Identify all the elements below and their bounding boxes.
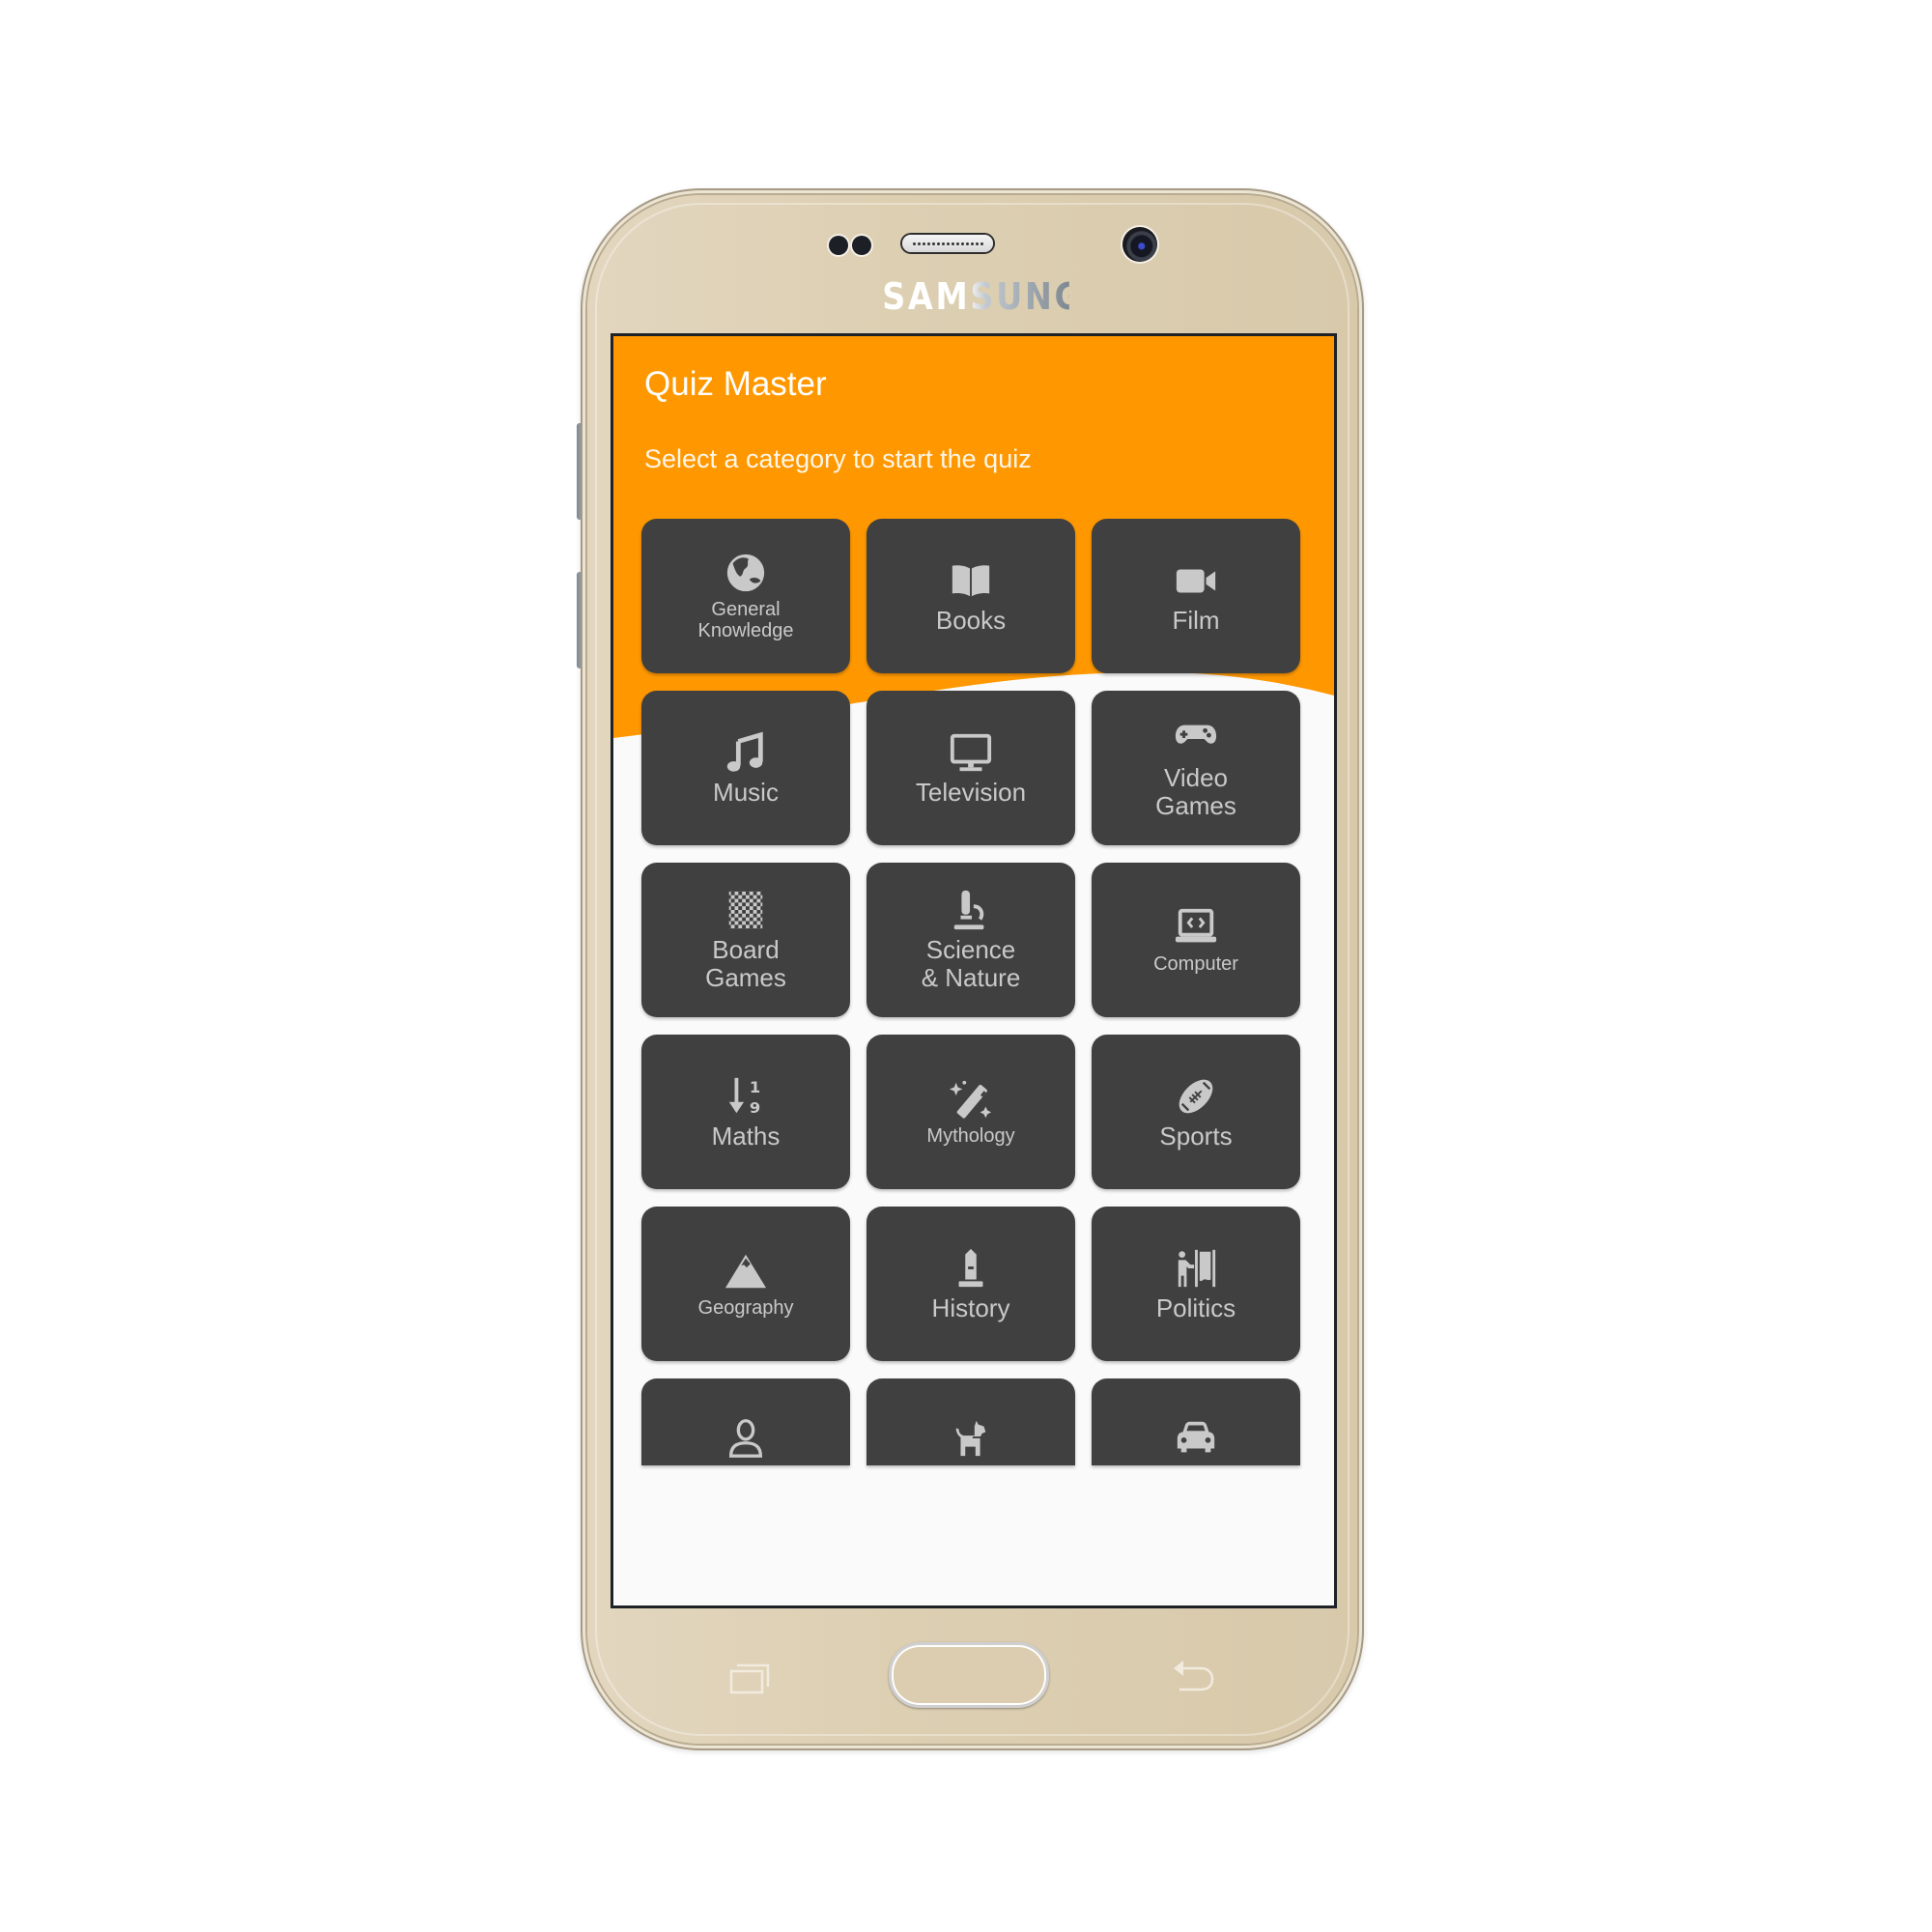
category-computer[interactable]: Computer <box>1092 863 1300 1017</box>
globe-icon <box>726 554 765 592</box>
person-icon <box>728 1419 763 1458</box>
svg-text:9: 9 <box>750 1098 760 1117</box>
category-sports[interactable]: Sports <box>1092 1035 1300 1189</box>
category-label: Sports <box>1159 1121 1233 1151</box>
front-camera-icon <box>1122 227 1157 262</box>
category-label: Music <box>713 777 779 807</box>
category-geography[interactable]: Geography <box>641 1207 850 1361</box>
category-maths[interactable]: 1 9 Maths <box>641 1035 850 1189</box>
category-label: Books <box>935 605 1007 635</box>
car-icon <box>1177 1421 1215 1453</box>
magic-wand-icon <box>949 1080 992 1119</box>
svg-text:1: 1 <box>750 1078 760 1096</box>
volume-down-button[interactable] <box>577 572 584 668</box>
voting-booth-icon <box>1178 1249 1216 1287</box>
music-note-icon <box>726 731 763 772</box>
category-television[interactable]: Television <box>867 691 1075 845</box>
category-partial-animals[interactable] <box>867 1378 1075 1465</box>
category-music[interactable]: Music <box>641 691 850 845</box>
recent-apps-icon[interactable] <box>729 1662 772 1694</box>
volume-up-button[interactable] <box>577 423 584 520</box>
category-general-knowledge[interactable]: General Knowledge <box>641 519 850 673</box>
category-label: History <box>931 1293 1010 1322</box>
mountain-icon <box>724 1254 767 1289</box>
monument-icon <box>958 1248 983 1287</box>
light-sensor-icon <box>852 236 871 255</box>
brand-logo: SAMSUNG <box>882 275 1084 318</box>
category-label: Computer <box>1153 953 1238 975</box>
category-science-nature[interactable]: Science & Nature <box>867 863 1075 1017</box>
category-label: Mythology <box>926 1125 1015 1147</box>
dog-icon <box>955 1420 986 1457</box>
category-board-games[interactable]: Board Games <box>641 863 850 1017</box>
category-books[interactable]: Books <box>867 519 1075 673</box>
open-book-icon <box>952 564 990 596</box>
category-label: General Knowledge <box>697 599 794 641</box>
category-history[interactable]: History <box>867 1207 1075 1361</box>
category-label: Video Games <box>1155 763 1236 820</box>
home-button[interactable] <box>889 1642 1049 1708</box>
category-grid: General Knowledge Books Film Music Telev… <box>641 519 1308 1465</box>
category-video-games[interactable]: Video Games <box>1092 691 1300 845</box>
app-subtitle: Select a category to start the quiz <box>644 444 1032 473</box>
category-mythology[interactable]: Mythology <box>867 1035 1075 1189</box>
sort-numeric-down-icon: 1 9 <box>728 1077 760 1117</box>
category-partial-vehicles[interactable] <box>1092 1378 1300 1465</box>
category-label: Geography <box>697 1297 794 1319</box>
earpiece-speaker-icon <box>902 235 993 252</box>
category-partial-person[interactable] <box>641 1378 850 1465</box>
category-label: Film <box>1172 605 1220 635</box>
chessboard-icon <box>728 891 763 929</box>
app-screen: Quiz Master Select a category to start t… <box>613 336 1334 1605</box>
category-label: Maths <box>711 1121 781 1151</box>
video-camera-icon <box>1176 569 1216 592</box>
category-label: Television <box>915 777 1027 807</box>
category-film[interactable]: Film <box>1092 519 1300 673</box>
tv-monitor-icon <box>950 733 992 771</box>
microscope-icon <box>953 890 984 930</box>
app-title: Quiz Master <box>644 365 827 403</box>
laptop-code-icon <box>1175 908 1217 943</box>
category-label: Politics <box>1155 1293 1236 1322</box>
proximity-sensor-icon <box>829 236 848 255</box>
back-arrow-icon[interactable] <box>1172 1657 1218 1695</box>
category-politics[interactable]: Politics <box>1092 1207 1300 1361</box>
football-icon <box>1179 1079 1213 1113</box>
category-label: Science & Nature <box>921 935 1021 992</box>
gamepad-icon <box>1175 724 1217 744</box>
category-label: Board Games <box>705 935 786 992</box>
